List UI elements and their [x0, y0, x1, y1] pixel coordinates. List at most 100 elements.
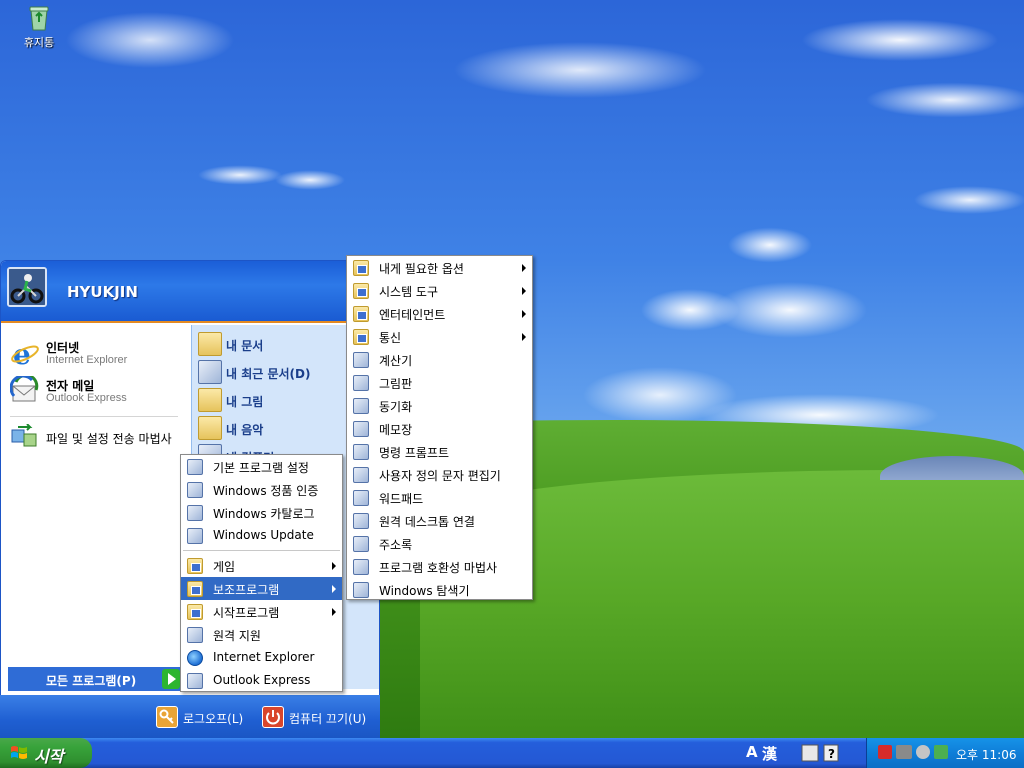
menu-item[interactable]: Windows 탐색기: [347, 578, 532, 601]
windows-catalog-icon: [187, 505, 203, 521]
input-mode-label[interactable]: A: [746, 743, 758, 761]
menu-item-label: 동기화: [379, 400, 413, 414]
mfu-transfer-wizard[interactable]: 파일 및 설정 전송 마법사: [8, 423, 188, 452]
clock[interactable]: 오후 11:06: [956, 746, 1016, 763]
my-documents-icon: [198, 332, 222, 356]
program-folder-icon: [187, 581, 203, 597]
windows-flag-icon: [10, 744, 28, 762]
my-documents-link[interactable]: 내 문서: [196, 332, 346, 358]
shutdown-button[interactable]: 컴퓨터 끄기(U): [262, 706, 372, 730]
menu-item[interactable]: 시스템 도구: [347, 279, 532, 302]
menu-item[interactable]: 메모장: [347, 417, 532, 440]
menu-item-label: 게임: [213, 560, 236, 574]
menu-item[interactable]: 내게 필요한 옵션: [347, 256, 532, 279]
menu-item[interactable]: 보조프로그램: [181, 577, 342, 600]
windows-update-icon: [187, 528, 203, 544]
logoff-button[interactable]: 로그오프(L): [156, 706, 252, 730]
outlook-express-icon: [187, 673, 203, 689]
network-icon[interactable]: [934, 745, 948, 759]
my-pictures-icon: [198, 388, 222, 412]
programs-menu: 기본 프로그램 설정 Windows 정품 인증 Windows 카탈로그 Windo…: [180, 454, 343, 692]
pinned-email[interactable]: 전자 메일 Outlook Express: [8, 373, 184, 410]
my-music-label: 내 음악: [226, 423, 264, 437]
submenu-arrow-icon: [522, 310, 526, 318]
all-programs-button[interactable]: 모든 프로그램(P): [8, 667, 184, 691]
menu-item-label: 프로그램 호환성 마법사: [379, 561, 498, 575]
character-editor-icon: [353, 467, 369, 483]
menu-item[interactable]: Windows 카탈로그: [181, 501, 342, 524]
vmware-icon[interactable]: [896, 745, 912, 759]
menu-item[interactable]: 명령 프롬프트: [347, 440, 532, 463]
menu-item[interactable]: 통신: [347, 325, 532, 348]
outlook-express-icon: [9, 373, 40, 406]
svg-text:?: ?: [828, 747, 835, 761]
recent-documents-label: 내 최근 문서(D): [226, 367, 311, 381]
pinned-email-subtitle: Outlook Express: [46, 392, 127, 404]
menu-separator: [183, 550, 340, 551]
menu-item[interactable]: Outlook Express: [181, 669, 342, 692]
mfu-transfer-wizard-label: 파일 및 설정 전송 마법사: [46, 432, 172, 446]
program-folder-icon: [353, 283, 369, 299]
recent-documents-link[interactable]: 내 최근 문서(D): [196, 360, 346, 386]
my-documents-label: 내 문서: [226, 339, 264, 353]
logoff-label: 로그오프(L): [183, 712, 244, 726]
language-bar[interactable]: ?: [742, 741, 852, 765]
command-prompt-icon: [353, 444, 369, 460]
submenu-arrow-icon: [332, 608, 336, 616]
my-pictures-link[interactable]: 내 그림: [196, 388, 346, 414]
menu-item-label: 워드패드: [379, 492, 424, 506]
menu-item[interactable]: 기본 프로그램 설정: [181, 455, 342, 478]
remote-desktop-icon: [353, 513, 369, 529]
my-music-link[interactable]: 내 음악: [196, 416, 346, 442]
program-folder-icon: [187, 558, 203, 574]
menu-item-label: 시스템 도구: [379, 285, 439, 299]
menu-item[interactable]: 그림판: [347, 371, 532, 394]
menu-item[interactable]: 동기화: [347, 394, 532, 417]
menu-item-label: 시작프로그램: [213, 606, 280, 620]
menu-item[interactable]: 원격 지원: [181, 623, 342, 646]
hanja-mode-label[interactable]: 漢: [762, 743, 777, 764]
remote-assistance-icon: [187, 627, 203, 643]
pinned-internet[interactable]: e 인터넷 Internet Explorer: [8, 336, 184, 372]
recycle-bin-label: 휴지통: [23, 36, 55, 49]
menu-item[interactable]: Windows 정품 인증: [181, 478, 342, 501]
menu-item[interactable]: 프로그램 호환성 마법사: [347, 555, 532, 578]
menu-item-label: Outlook Express: [213, 673, 311, 687]
menu-item-label: 명령 프롬프트: [379, 446, 450, 460]
menu-item-label: Windows Update: [213, 528, 314, 542]
menu-item-label: 원격 데스크톱 연결: [379, 515, 475, 529]
arrow-right-icon: [162, 669, 180, 689]
user-name: HYUKJIN: [67, 283, 138, 301]
recycle-bin-shortcut[interactable]: 휴지통: [8, 2, 70, 50]
menu-item[interactable]: 워드패드: [347, 486, 532, 509]
menu-item[interactable]: 원격 데스크톱 연결: [347, 509, 532, 532]
power-icon: [262, 706, 284, 728]
notepad-icon: [353, 421, 369, 437]
submenu-arrow-icon: [332, 585, 336, 593]
menu-item-label: 원격 지원: [213, 629, 261, 643]
recent-documents-icon: [198, 360, 222, 384]
menu-item-label: 계산기: [379, 354, 413, 368]
menu-item[interactable]: 엔터테인먼트: [347, 302, 532, 325]
menu-item[interactable]: 게임: [181, 554, 342, 577]
menu-item[interactable]: 계산기: [347, 348, 532, 371]
security-shield-icon[interactable]: [878, 745, 892, 759]
menu-item-label: 주소록: [379, 538, 413, 552]
menu-item[interactable]: 주소록: [347, 532, 532, 555]
menu-item[interactable]: 사용자 정의 문자 편집기: [347, 463, 532, 486]
volume-icon[interactable]: [916, 745, 930, 759]
menu-item[interactable]: 시작프로그램: [181, 600, 342, 623]
paint-icon: [353, 375, 369, 391]
user-avatar[interactable]: [7, 267, 47, 307]
default-programs-icon: [187, 459, 203, 475]
address-book-icon: [353, 536, 369, 552]
menu-item[interactable]: Internet Explorer: [181, 646, 342, 669]
shutdown-label: 컴퓨터 끄기(U): [289, 712, 367, 726]
start-button[interactable]: 시작: [0, 738, 92, 768]
windows-explorer-icon: [353, 582, 369, 598]
menu-item-label: 보조프로그램: [213, 583, 280, 597]
menu-item[interactable]: Windows Update: [181, 524, 342, 547]
menu-item-label: Internet Explorer: [213, 650, 315, 664]
submenu-arrow-icon: [332, 562, 336, 570]
my-music-icon: [198, 416, 222, 440]
